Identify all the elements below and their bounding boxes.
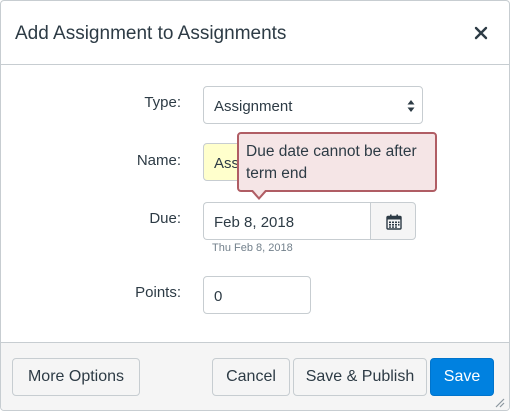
more-options-button[interactable]: More Options [12,358,140,396]
error-tooltip: Due date cannot be after term end [237,132,437,200]
save-button[interactable]: Save [430,358,494,396]
calendar-icon [386,214,402,230]
points-label: Points: [135,284,181,301]
points-input[interactable]: 0 [203,276,311,314]
error-tooltip-text: Due date cannot be after term end [246,143,417,182]
due-date-value: Feb 8, 2018 [214,214,295,231]
due-label: Due: [149,210,181,227]
save-publish-button[interactable]: Save & Publish [293,358,427,396]
calendar-button[interactable] [370,202,416,240]
dialog-title: Add Assignment to Assignments [15,23,287,44]
due-date-hint: Thu Feb 8, 2018 [212,242,293,254]
cancel-button[interactable]: Cancel [212,358,290,396]
tooltip-arrow-fill [252,189,266,197]
add-assignment-dialog: Add Assignment to Assignments Type: Assi… [0,0,510,411]
close-icon[interactable] [473,25,489,41]
type-label: Type: [144,94,181,111]
type-select[interactable]: Assignment [203,86,423,124]
select-arrows-icon [407,100,415,112]
due-date-input[interactable]: Feb 8, 2018 [203,202,371,240]
dialog-footer: More Options Cancel Save & Publish Save [1,342,509,410]
dialog-header: Add Assignment to Assignments [1,1,509,65]
name-label: Name: [136,152,181,169]
points-input-value: 0 [214,288,223,305]
type-select-value: Assignment [214,98,293,115]
resize-grip-icon[interactable] [493,396,505,408]
